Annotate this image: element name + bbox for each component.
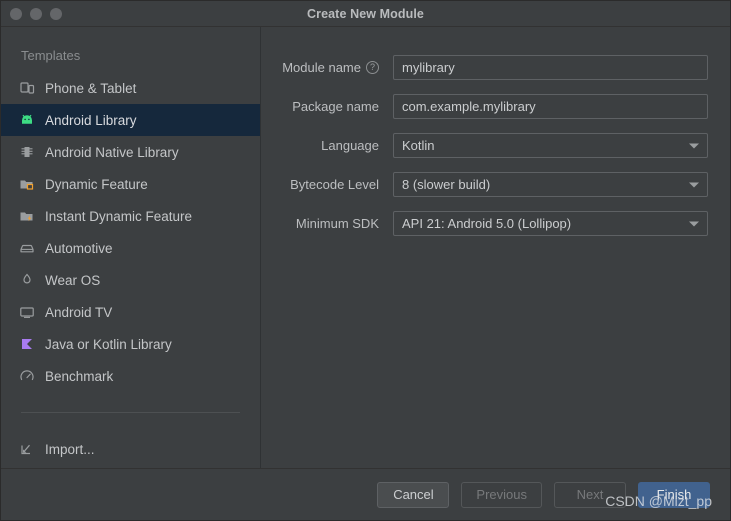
- chevron-down-icon: [689, 221, 699, 226]
- minimum-sdk-value: API 21: Android 5.0 (Lollipop): [402, 216, 572, 231]
- sidebar-item-label: Automotive: [45, 240, 113, 256]
- sidebar-item-label: Wear OS: [45, 272, 101, 288]
- sidebar-item-android-native-library[interactable]: Android Native Library: [1, 136, 260, 168]
- window-title: Create New Module: [306, 6, 424, 21]
- bytecode-level-label: Bytecode Level: [290, 177, 379, 192]
- chevron-down-icon: [689, 182, 699, 187]
- minimum-sdk-label: Minimum SDK: [295, 216, 379, 231]
- form-row-language: Language Kotlin: [281, 133, 708, 158]
- next-button[interactable]: Next: [554, 481, 626, 508]
- form-row-package-name: Package name com.example.mylibrary: [281, 94, 708, 119]
- sidebar-item-label: Dynamic Feature: [45, 176, 148, 192]
- sidebar-item-automotive[interactable]: Automotive: [1, 232, 260, 264]
- sidebar-item-label: Android Library: [45, 112, 137, 128]
- instant-dynamic-feature-icon: [19, 208, 35, 224]
- dialog-footer: Cancel Previous Next Finish CSDN @Mizt_p…: [1, 468, 730, 520]
- sidebar-item-label: Android Native Library: [45, 144, 179, 160]
- sidebar-item-benchmark[interactable]: Benchmark: [1, 360, 260, 392]
- module-name-label-text: Module name: [282, 60, 361, 75]
- form-row-bytecode-level: Bytecode Level 8 (slower build): [281, 172, 708, 197]
- help-circle-icon[interactable]: ?: [366, 61, 379, 74]
- chevron-down-icon: [689, 143, 699, 148]
- import-arrow-icon: [19, 441, 35, 457]
- dialog-body: Templates Phone & Tablet Android Library…: [1, 27, 730, 468]
- finish-button[interactable]: Finish: [638, 481, 710, 508]
- module-config-form: Module name ? mylibrary Package name com…: [261, 27, 730, 468]
- language-value: Kotlin: [402, 138, 435, 153]
- tv-icon: [19, 304, 35, 320]
- benchmark-gauge-icon: [19, 368, 35, 384]
- create-new-module-dialog: Create New Module Templates Phone & Tabl…: [0, 0, 731, 521]
- module-name-input[interactable]: mylibrary: [393, 55, 708, 80]
- package-name-label: Package name: [292, 99, 379, 114]
- minimum-sdk-select[interactable]: API 21: Android 5.0 (Lollipop): [393, 211, 708, 236]
- car-icon: [19, 240, 35, 256]
- sidebar-item-dynamic-feature[interactable]: Dynamic Feature: [1, 168, 260, 200]
- minimize-button[interactable]: [30, 7, 42, 20]
- sidebar-item-label: Benchmark: [45, 368, 114, 384]
- language-label: Language: [321, 138, 379, 153]
- sidebar-item-label: Android TV: [45, 304, 113, 320]
- maximize-button[interactable]: [50, 7, 62, 20]
- traffic-light-group: [1, 7, 62, 20]
- sidebar-item-wear-os[interactable]: Wear OS: [1, 264, 260, 296]
- templates-sidebar: Templates Phone & Tablet Android Library…: [1, 27, 261, 468]
- sidebar-item-phone-tablet[interactable]: Phone & Tablet: [1, 72, 260, 104]
- form-row-module-name: Module name ? mylibrary: [281, 55, 708, 80]
- sidebar-item-label: Phone & Tablet: [45, 80, 137, 96]
- dynamic-feature-icon: [19, 176, 35, 192]
- templates-header: Templates: [21, 48, 81, 63]
- android-robot-icon: [19, 112, 35, 128]
- module-name-value: mylibrary: [402, 60, 455, 75]
- sidebar-item-import[interactable]: Import...: [1, 433, 260, 465]
- watch-icon: [19, 272, 35, 288]
- sidebar-item-label: Java or Kotlin Library: [45, 336, 172, 352]
- bytecode-level-select[interactable]: 8 (slower build): [393, 172, 708, 197]
- package-name-input[interactable]: com.example.mylibrary: [393, 94, 708, 119]
- close-button[interactable]: [10, 7, 22, 20]
- sidebar-divider: [21, 412, 240, 413]
- kotlin-icon: [19, 336, 35, 352]
- module-name-label: Module name ?: [281, 60, 393, 75]
- language-select[interactable]: Kotlin: [393, 133, 708, 158]
- sidebar-item-label: Instant Dynamic Feature: [45, 208, 193, 224]
- sidebar-item-label: Import...: [45, 441, 95, 457]
- sidebar-item-instant-dynamic-feature[interactable]: Instant Dynamic Feature: [1, 200, 260, 232]
- sidebar-item-android-library[interactable]: Android Library: [1, 104, 260, 136]
- sidebar-item-android-tv[interactable]: Android TV: [1, 296, 260, 328]
- title-bar: Create New Module: [1, 1, 730, 27]
- form-row-minimum-sdk: Minimum SDK API 21: Android 5.0 (Lollipo…: [281, 211, 708, 236]
- native-library-icon: [19, 144, 35, 160]
- bytecode-level-value: 8 (slower build): [402, 177, 491, 192]
- cancel-button[interactable]: Cancel: [377, 481, 450, 508]
- sidebar-item-java-or-kotlin-library[interactable]: Java or Kotlin Library: [1, 328, 260, 360]
- previous-button[interactable]: Previous: [461, 481, 542, 508]
- package-name-value: com.example.mylibrary: [402, 99, 536, 114]
- phone-tablet-icon: [19, 80, 35, 96]
